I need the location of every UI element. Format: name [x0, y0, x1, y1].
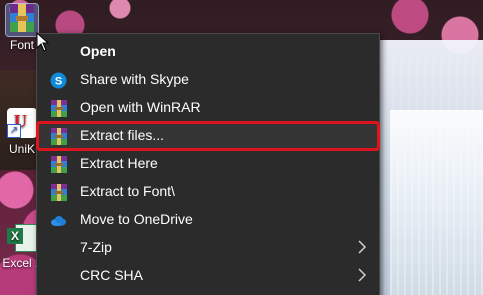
menu-item-open-with-winrar[interactable]: Open with WinRAR [37, 94, 379, 122]
excel-icon: X [6, 222, 39, 254]
menu-item-crc-sha[interactable]: CRC SHA [37, 262, 379, 290]
menu-item-label: Open [80, 43, 116, 59]
wallpaper-waterfall-lower [390, 110, 483, 295]
chevron-right-icon [357, 240, 367, 254]
menu-item-extract-here[interactable]: Extract Here [37, 150, 379, 178]
menu-item-extract-to-folder[interactable]: Extract to Font\ [37, 178, 379, 206]
menu-item-label: Extract to Font\ [80, 183, 175, 199]
menu-item-label: Move to OneDrive [80, 211, 193, 227]
context-menu: Open S Share with Skype Open with WinRAR… [36, 33, 380, 295]
skype-icon: S [50, 72, 67, 89]
desktop-icon-label: UniK [8, 142, 35, 156]
mouse-pointer-icon [36, 31, 50, 52]
desktop-icon-label: Font [9, 38, 34, 52]
menu-item-label: Share with Skype [80, 71, 189, 87]
menu-item-open[interactable]: Open [37, 38, 379, 66]
menu-item-extract-files[interactable]: Extract files... [36, 121, 380, 151]
unikey-icon: U ↗ [6, 108, 38, 140]
menu-item-share-with-skype[interactable]: S Share with Skype [37, 66, 379, 94]
menu-item-label: Extract Here [80, 155, 158, 171]
menu-item-label: Extract files... [80, 127, 165, 143]
winrar-icon [50, 184, 67, 201]
menu-item-move-to-onedrive[interactable]: Move to OneDrive [37, 206, 379, 234]
onedrive-icon [50, 212, 67, 229]
winrar-icon [50, 100, 67, 117]
winrar-archive-icon [5, 3, 39, 37]
svg-text:S: S [55, 76, 62, 88]
desktop: Font U ↗ UniK X Excel 2 Open S Share wit… [0, 0, 483, 295]
menu-item-label: 7-Zip [80, 239, 112, 255]
menu-item-label: Open with WinRAR [80, 99, 201, 115]
winrar-icon [50, 156, 67, 173]
chevron-right-icon [357, 268, 367, 282]
menu-item-7-zip[interactable]: 7-Zip [37, 234, 379, 262]
winrar-icon [50, 128, 67, 145]
menu-item-label: CRC SHA [80, 267, 144, 283]
